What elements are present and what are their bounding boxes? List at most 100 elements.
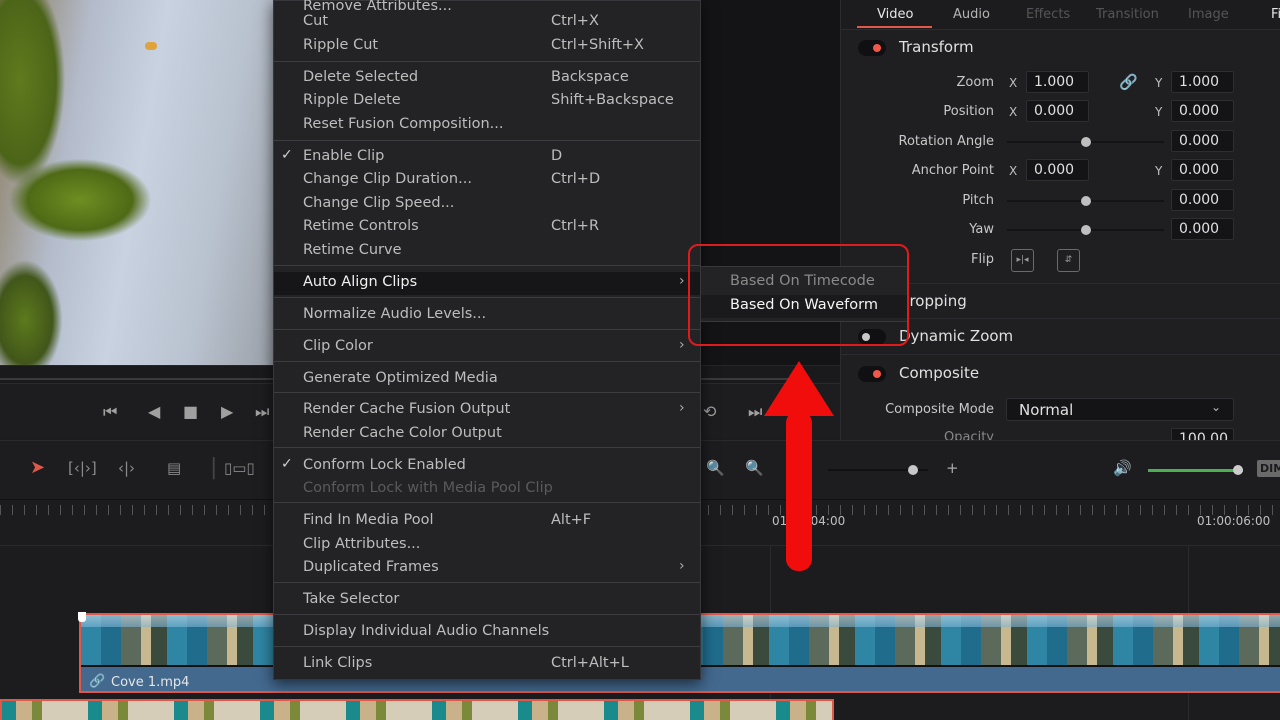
speaker-icon[interactable]: 🔊	[1113, 459, 1132, 477]
slider-knob[interactable]	[1233, 465, 1244, 475]
annotation-arrow-icon	[764, 361, 834, 571]
composite-mode-value: Normal	[1019, 401, 1074, 419]
timeline-zoom-slider[interactable]	[828, 465, 928, 475]
transform-toggle[interactable]	[858, 40, 886, 56]
timeline-clip-beach[interactable]	[0, 699, 834, 720]
menu-item-label: Delete Selected	[303, 69, 419, 85]
composite-mode-select[interactable]: Normal ⌄	[1006, 398, 1234, 421]
selection-tool-icon[interactable]: ➤	[30, 457, 45, 478]
tab-video[interactable]: Video	[877, 7, 913, 22]
play-icon[interactable]: ▶	[221, 404, 233, 420]
tab-image[interactable]: Image	[1188, 7, 1229, 22]
zoom-y-field[interactable]: 1.000	[1171, 71, 1234, 93]
volume-slider[interactable]	[1148, 465, 1244, 475]
tab-effects[interactable]: Effects	[1026, 7, 1070, 22]
menu-item-reset-fusion-composition[interactable]: Reset Fusion Composition...	[274, 114, 700, 137]
skip-to-end-icon[interactable]: ⏭	[255, 404, 269, 420]
pitch-slider[interactable]	[1007, 196, 1164, 206]
position-y-field[interactable]: 0.000	[1171, 100, 1234, 122]
skip-to-start-icon[interactable]: ⏮	[103, 404, 117, 420]
menu-item-label: Retime Controls	[303, 218, 419, 234]
menu-item-retime-controls[interactable]: Retime Controls Ctrl+R	[274, 216, 700, 239]
menu-item-duplicated-frames[interactable]: Duplicated Frames ›	[274, 557, 700, 580]
transform-section-header[interactable]: Transform	[841, 30, 1280, 64]
menu-item-take-selector[interactable]: Take Selector	[274, 589, 700, 612]
menu-item-label: Enable Clip	[303, 148, 385, 164]
slider-knob[interactable]	[908, 465, 918, 475]
menu-item-generate-optimized-media[interactable]: Generate Optimized Media	[274, 368, 700, 391]
chevron-right-icon: ›	[679, 337, 685, 353]
flip-horizontal-button[interactable]: ▸|◂	[1011, 249, 1034, 272]
loop-icon[interactable]: ⟲	[703, 404, 716, 420]
pitch-field[interactable]: 0.000	[1171, 189, 1234, 211]
next-clip-icon[interactable]: ⏭	[748, 404, 762, 420]
menu-item-link-clips[interactable]: Link Clips Ctrl+Alt+L	[274, 653, 700, 676]
menu-item-label: Duplicated Frames	[303, 559, 439, 575]
slider-knob[interactable]	[1080, 196, 1091, 206]
zoom-in-icon[interactable]: +	[946, 459, 959, 477]
inspector-panel: Video Audio Effects Transition Image Fi …	[840, 0, 1280, 450]
menu-item-normalize-audio-levels[interactable]: Normalize Audio Levels...	[274, 304, 700, 327]
insert-clip-icon[interactable]: ▯▭▯	[224, 459, 255, 477]
position-y-axis: Y	[1155, 105, 1163, 119]
yaw-slider[interactable]	[1007, 225, 1164, 235]
inspector-tabs: Video Audio Effects Transition Image Fi	[841, 0, 1280, 30]
menu-item-shortcut: Ctrl+D	[551, 171, 601, 187]
zoom-detail-icon[interactable]: 🔍	[745, 459, 764, 477]
play-reverse-icon[interactable]: ◀	[148, 404, 160, 420]
menu-item-ripple-cut[interactable]: Ripple Cut Ctrl+Shift+X	[274, 35, 700, 58]
viewer-frame	[0, 0, 273, 365]
menu-item-display-individual-audio-channels[interactable]: Display Individual Audio Channels	[274, 621, 700, 644]
menu-item-conform-lock-with-media-pool-clip: Conform Lock with Media Pool Clip	[274, 478, 700, 501]
menu-item-label: Reset Fusion Composition...	[303, 116, 504, 132]
composite-mode-label: Composite Mode	[885, 402, 994, 417]
zoom-x-field[interactable]: 1.000	[1026, 71, 1089, 93]
menu-item-delete-selected[interactable]: Delete Selected Backspace	[274, 67, 700, 90]
stop-icon[interactable]: ■	[183, 404, 198, 420]
anchor-label: Anchor Point	[911, 163, 994, 178]
tab-audio[interactable]: Audio	[953, 7, 990, 22]
clip-handle[interactable]	[78, 612, 86, 622]
menu-item-enable-clip[interactable]: ✓ Enable Clip D	[274, 146, 700, 169]
menu-item-clip-attributes[interactable]: Clip Attributes...	[274, 534, 700, 557]
anchor-x-axis: X	[1009, 164, 1018, 178]
blade-tool-icon[interactable]: ▤	[167, 459, 181, 477]
position-x-field[interactable]: 0.000	[1026, 100, 1089, 122]
yaw-field[interactable]: 0.000	[1171, 218, 1234, 240]
rotation-slider[interactable]	[1007, 137, 1164, 147]
composite-toggle[interactable]	[858, 366, 886, 382]
flip-vertical-button[interactable]: ⇵	[1057, 249, 1080, 272]
menu-item-label: Display Individual Audio Channels	[303, 623, 550, 639]
chevron-right-icon: ›	[679, 273, 685, 289]
slider-knob[interactable]	[1080, 225, 1091, 235]
menu-item-label: Normalize Audio Levels...	[303, 306, 487, 322]
menu-item-label: Ripple Delete	[303, 92, 401, 108]
menu-item-change-clip-speed[interactable]: Change Clip Speed...	[274, 193, 700, 216]
anchor-x-field[interactable]: 0.000	[1026, 159, 1089, 181]
tab-transition[interactable]: Transition	[1096, 7, 1159, 22]
menu-item-render-cache-fusion-output[interactable]: Render Cache Fusion Output ›	[274, 399, 700, 422]
composite-title: Composite	[899, 364, 980, 382]
menu-item-cut[interactable]: Cut Ctrl+X	[274, 11, 700, 34]
menu-item-render-cache-color-output[interactable]: Render Cache Color Output	[274, 423, 700, 446]
menu-item-change-clip-duration[interactable]: Change Clip Duration... Ctrl+D	[274, 169, 700, 192]
composite-section-header[interactable]: Composite	[841, 356, 1280, 392]
dynamic-trim-tool-icon[interactable]: ‹|›	[118, 459, 135, 477]
menu-item-retime-curve[interactable]: Retime Curve	[274, 240, 700, 263]
menu-item-find-in-media-pool[interactable]: Find In Media Pool Alt+F	[274, 510, 700, 533]
link-icon[interactable]: 🔗	[1119, 73, 1138, 91]
clip-name: Cove 1.mp4	[111, 675, 190, 690]
zoom-full-icon[interactable]: 🔍	[706, 459, 725, 477]
menu-item-ripple-delete[interactable]: Ripple Delete Shift+Backspace	[274, 90, 700, 113]
menu-item-label: Link Clips	[303, 655, 373, 671]
menu-item-auto-align-clips[interactable]: Auto Align Clips ›	[274, 272, 700, 295]
menu-item-clip-color[interactable]: Clip Color ›	[274, 336, 700, 359]
menu-item-conform-lock-enabled[interactable]: ✓ Conform Lock Enabled	[274, 455, 700, 478]
slider-knob[interactable]	[1080, 137, 1091, 147]
rotation-field[interactable]: 0.000	[1171, 130, 1234, 152]
dim-button[interactable]: DIM	[1257, 460, 1280, 477]
trim-edit-tool-icon[interactable]: [‹|›]	[68, 459, 97, 477]
anchor-y-field[interactable]: 0.000	[1171, 159, 1234, 181]
menu-item-shortcut: Shift+Backspace	[551, 92, 674, 108]
tab-file[interactable]: Fi	[1271, 7, 1280, 22]
